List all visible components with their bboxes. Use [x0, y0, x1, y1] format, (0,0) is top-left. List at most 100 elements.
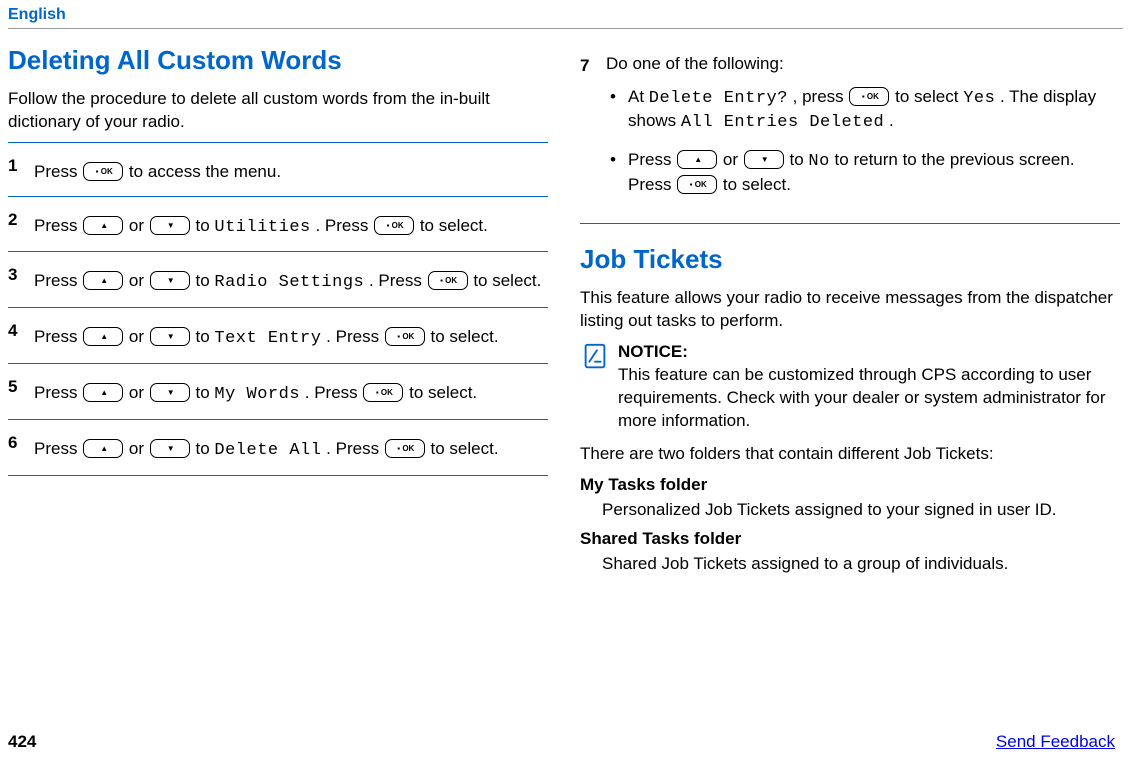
up-button-icon: [83, 327, 123, 346]
menu-target: My Words: [214, 385, 300, 404]
step-text: Press: [34, 162, 82, 181]
step-text: to: [196, 439, 215, 458]
step-text: to select.: [473, 271, 541, 290]
step-num: 3: [8, 262, 34, 295]
menu-target: Text Entry: [214, 329, 321, 348]
folder-my-tasks-desc: Personalized Job Tickets assigned to you…: [602, 499, 1120, 522]
step-num: 4: [8, 318, 34, 351]
step-text: Press: [34, 439, 82, 458]
step-1: 1 Press to access the menu.: [8, 142, 548, 196]
step-text: . Press: [326, 327, 384, 346]
down-button-icon: [150, 439, 190, 458]
notice-label: NOTICE:: [618, 341, 1120, 364]
notice-text: This feature can be customized through C…: [618, 364, 1120, 433]
page-footer: 424 Send Feedback: [8, 731, 1115, 754]
step-text: or: [129, 327, 149, 346]
down-button-icon: [150, 383, 190, 402]
menu-target: Utilities: [214, 218, 310, 237]
ok-button-icon: [374, 216, 414, 235]
up-button-icon: [677, 150, 717, 169]
step-text: or: [129, 439, 149, 458]
section-title-deleting: Deleting All Custom Words: [8, 43, 548, 78]
intro-text: Follow the procedure to delete all custo…: [8, 88, 548, 134]
no-text: No: [808, 152, 829, 171]
up-button-icon: [83, 439, 123, 458]
step-text: to select.: [431, 327, 499, 346]
step-text: to: [196, 383, 215, 402]
text: to select.: [723, 175, 791, 194]
step-4: 4 Press or to Text Entry . Press to sele…: [8, 307, 548, 363]
doc-header-lang: English: [8, 4, 1123, 29]
step-text: . Press: [369, 271, 427, 290]
folder-my-tasks-title: My Tasks folder: [580, 474, 1120, 497]
menu-target: Delete All: [214, 441, 321, 460]
step-text: to select.: [431, 439, 499, 458]
step-text: . Press: [326, 439, 384, 458]
text: .: [889, 111, 894, 130]
text: to select: [895, 87, 963, 106]
step-text: to access the menu.: [129, 162, 281, 181]
up-button-icon: [83, 271, 123, 290]
text: Press: [628, 150, 676, 169]
down-button-icon: [150, 327, 190, 346]
result-text: All Entries Deleted: [681, 113, 884, 132]
step-text: Press: [34, 327, 82, 346]
up-button-icon: [83, 383, 123, 402]
right-column: 7 Do one of the following: At Delete Ent…: [580, 43, 1120, 576]
step7-bullet-1: At Delete Entry? , press to select Yes .…: [610, 86, 1120, 136]
step-num: 1: [8, 153, 34, 184]
page-number: 424: [8, 731, 36, 754]
step-text: Press: [34, 271, 82, 290]
step-num: 6: [8, 430, 34, 463]
step-6: 6 Press or to Delete All . Press to sele…: [8, 419, 548, 476]
notice-block: NOTICE: This feature can be customized t…: [580, 341, 1120, 433]
step-text: to: [196, 271, 215, 290]
section-title-job-tickets: Job Tickets: [580, 242, 1120, 277]
step-text: or: [129, 383, 149, 402]
ok-button-icon: [849, 87, 889, 106]
step-5: 5 Press or to My Words . Press to select…: [8, 363, 548, 419]
jobtix-intro: This feature allows your radio to receiv…: [580, 287, 1120, 333]
step-text: to: [196, 327, 215, 346]
prompt-text: Delete Entry?: [649, 89, 788, 108]
folders-lead: There are two folders that contain diffe…: [580, 443, 1120, 466]
step7-bullet-2: Press or to No to return to the previous…: [610, 149, 1120, 197]
step-text: Press: [34, 216, 82, 235]
ok-button-icon: [677, 175, 717, 194]
step-text: or: [129, 216, 149, 235]
menu-target: Radio Settings: [214, 273, 364, 292]
ok-button-icon: [363, 383, 403, 402]
up-button-icon: [83, 216, 123, 235]
folder-shared-tasks-desc: Shared Job Tickets assigned to a group o…: [602, 553, 1120, 576]
step-3: 3 Press or to Radio Settings . Press to …: [8, 251, 548, 307]
down-button-icon: [150, 271, 190, 290]
step-7: 7 Do one of the following: At Delete Ent…: [580, 43, 1120, 225]
text: to: [790, 150, 809, 169]
step-lead: Do one of the following:: [606, 54, 784, 73]
step-text: to select.: [420, 216, 488, 235]
text: or: [723, 150, 743, 169]
down-button-icon: [150, 216, 190, 235]
step-text: to select.: [409, 383, 477, 402]
ok-button-icon: [428, 271, 468, 290]
down-button-icon: [744, 150, 784, 169]
text: , press: [793, 87, 849, 106]
ok-button-icon: [83, 162, 123, 181]
ok-button-icon: [385, 327, 425, 346]
folder-shared-tasks-title: Shared Tasks folder: [580, 528, 1120, 551]
text: At: [628, 87, 649, 106]
step-2: 2 Press or to Utilities . Press to selec…: [8, 196, 548, 252]
step-num: 5: [8, 374, 34, 407]
step-text: to: [196, 216, 215, 235]
step-text: . Press: [315, 216, 373, 235]
ok-button-icon: [385, 439, 425, 458]
send-feedback-link[interactable]: Send Feedback: [996, 731, 1115, 754]
step-num: 7: [580, 53, 606, 212]
step-num: 2: [8, 207, 34, 240]
step-text: Press: [34, 383, 82, 402]
yes-text: Yes: [963, 89, 995, 108]
step-text: or: [129, 271, 149, 290]
step-text: . Press: [305, 383, 363, 402]
left-column: Deleting All Custom Words Follow the pro…: [8, 43, 548, 576]
notice-icon: [580, 341, 618, 433]
